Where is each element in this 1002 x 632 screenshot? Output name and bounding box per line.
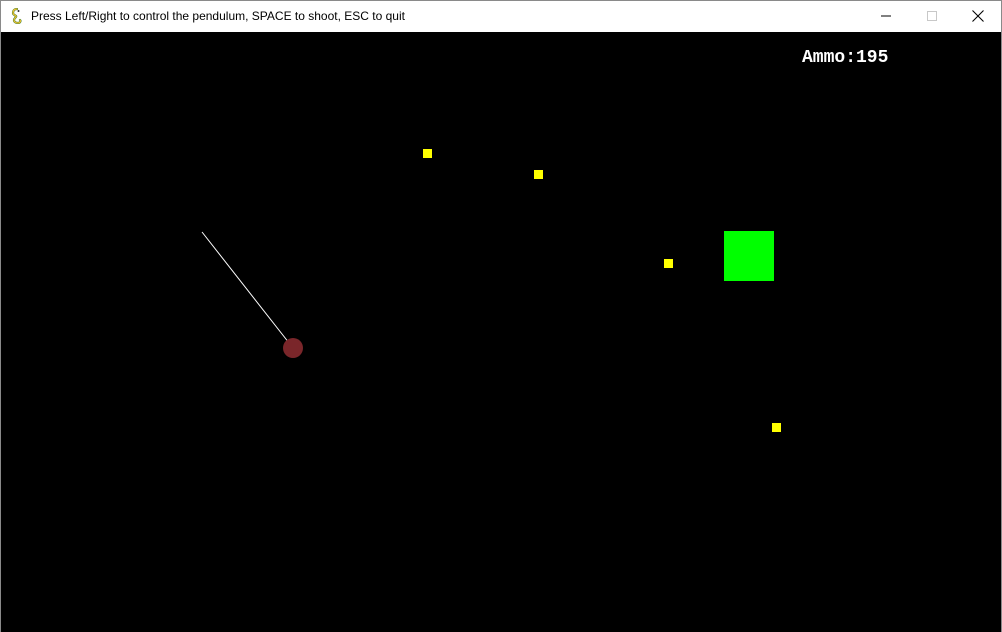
target-block	[724, 231, 774, 281]
minimize-button[interactable]	[863, 1, 909, 31]
pygame-snake-icon	[11, 8, 22, 24]
game-window: Press Left/Right to control the pendulum…	[0, 0, 1002, 632]
bullet	[423, 149, 432, 158]
bullet	[534, 170, 543, 179]
minimize-icon	[881, 15, 891, 17]
close-button[interactable]	[955, 1, 1001, 31]
pendulum-bob	[283, 338, 303, 358]
window-title: Press Left/Right to control the pendulum…	[31, 9, 405, 23]
game-scene	[201, 149, 781, 432]
ammo-counter: Ammo:195	[802, 48, 889, 68]
bullet	[772, 423, 781, 432]
close-icon	[972, 10, 984, 22]
maximize-button[interactable]	[909, 1, 955, 31]
pendulum-rope	[201, 231, 294, 349]
maximize-icon	[927, 11, 937, 21]
title-bar[interactable]: Press Left/Right to control the pendulum…	[1, 1, 1001, 31]
game-canvas[interactable]: Ammo:195	[1, 32, 1001, 632]
bullet	[664, 259, 673, 268]
